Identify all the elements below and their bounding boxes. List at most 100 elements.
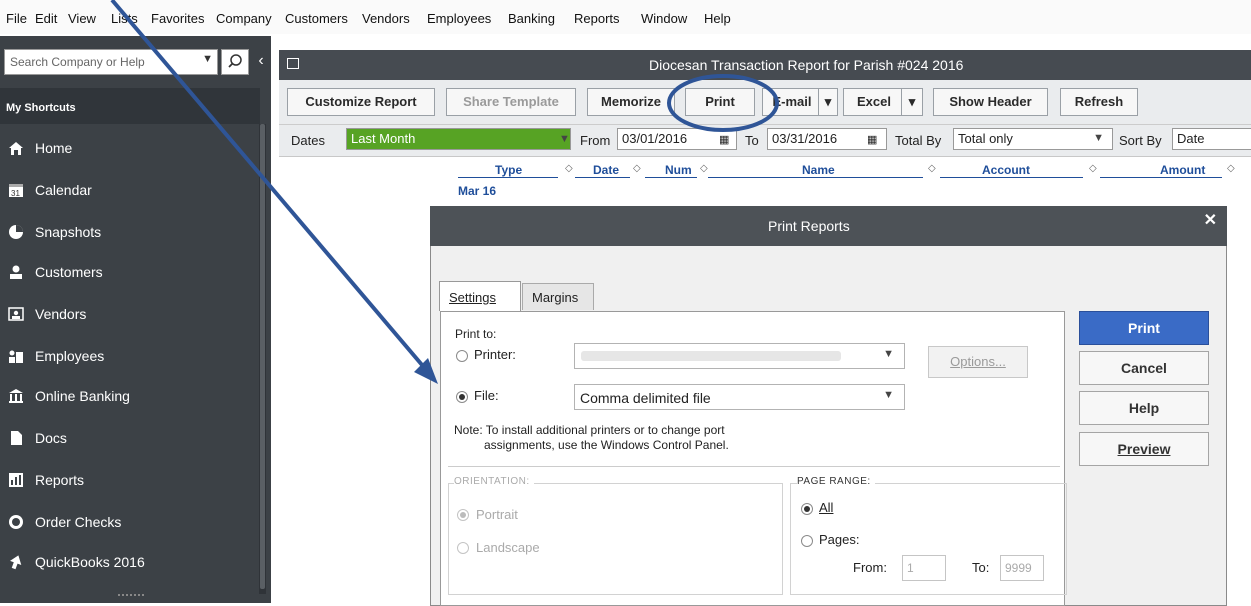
sidebar-item-online-banking[interactable]: Online Banking <box>0 376 258 416</box>
sidebar-item-docs[interactable]: Docs <box>0 418 258 458</box>
excel-button[interactable]: Excel <box>843 88 905 116</box>
sidebar-item-vendors[interactable]: Vendors <box>0 294 258 334</box>
menu-help[interactable]: Help <box>704 11 731 26</box>
dates-select[interactable]: Last Month <box>346 128 571 150</box>
sidebar-resize-grip[interactable] <box>118 594 144 602</box>
sidebar-scroll-thumb[interactable] <box>260 124 265 589</box>
sort-by-label: Sort By <box>1119 133 1162 148</box>
total-by-select[interactable]: Total only ▼ <box>953 128 1113 150</box>
column-type[interactable]: Type <box>495 163 522 177</box>
printer-select[interactable]: ▼ <box>574 343 905 369</box>
chevron-down-icon[interactable]: ▼ <box>883 389 894 401</box>
file-format-select[interactable]: Comma delimited file ▼ <box>574 384 905 410</box>
excel-dropdown-icon[interactable]: ▾ <box>901 88 923 116</box>
search-button[interactable] <box>221 49 249 75</box>
print-button[interactable]: Print <box>685 88 755 116</box>
sidebar-item-order-checks[interactable]: Order Checks <box>0 502 258 542</box>
search-input[interactable]: Search Company or Help ▼ <box>4 49 218 75</box>
menu-edit[interactable]: Edit <box>35 11 57 26</box>
refresh-button[interactable]: Refresh <box>1060 88 1138 116</box>
tab-margins[interactable]: Margins <box>522 283 594 310</box>
column-resize-icon[interactable]: ◇ <box>928 163 936 174</box>
column-account[interactable]: Account <box>982 163 1030 177</box>
column-resize-icon[interactable]: ◇ <box>1089 163 1097 174</box>
menu-company[interactable]: Company <box>216 11 272 26</box>
sidebar-item-home[interactable]: Home <box>0 128 258 168</box>
column-num[interactable]: Num <box>665 163 692 177</box>
cancel-button[interactable]: Cancel <box>1079 351 1209 385</box>
sidebar-item-quickbooks-2016[interactable]: QuickBooks 2016 <box>0 542 258 582</box>
menu-banking[interactable]: Banking <box>508 11 555 26</box>
sidebar-item-label: Employees <box>35 348 105 364</box>
report-title-bar: Diocesan Transaction Report for Parish #… <box>279 50 1251 80</box>
printer-radio[interactable] <box>456 350 468 362</box>
menu-employees[interactable]: Employees <box>427 11 491 26</box>
column-date[interactable]: Date <box>593 163 619 177</box>
total-by-value: Total only <box>958 131 1013 146</box>
sidebar-item-label: Order Checks <box>35 514 122 530</box>
column-resize-icon[interactable]: ◇ <box>1227 163 1235 174</box>
dates-dropdown-icon[interactable]: ▼ <box>559 133 570 145</box>
menu-window[interactable]: Window <box>641 11 687 26</box>
printer-name-redacted <box>581 351 841 361</box>
search-dropdown-icon[interactable]: ▼ <box>202 53 213 65</box>
note-line-2: assignments, use the Windows Control Pan… <box>484 438 729 452</box>
menu-lists[interactable]: Lists <box>111 11 138 26</box>
from-date-value: 03/01/2016 <box>622 131 688 146</box>
order-checks-icon <box>9 515 23 529</box>
from-calendar-icon[interactable]: ▦ <box>719 133 729 146</box>
group-label: Mar 16 <box>458 184 497 198</box>
home-icon <box>9 142 23 155</box>
portrait-label: Portrait <box>476 507 518 522</box>
help-button[interactable]: Help <box>1079 391 1209 425</box>
column-resize-icon[interactable]: ◇ <box>633 163 641 174</box>
menu-file[interactable]: File <box>6 11 27 26</box>
to-label: To <box>745 133 759 148</box>
memorize-button[interactable]: Memorize <box>587 88 675 116</box>
all-pages-radio[interactable] <box>801 503 813 515</box>
preview-label: Preview <box>1117 441 1171 457</box>
close-icon[interactable]: ✕ <box>1204 210 1217 230</box>
landscape-radio[interactable] <box>457 542 469 554</box>
sidebar-item-customers[interactable]: Customers <box>0 252 258 292</box>
dates-value: Last Month <box>351 131 416 146</box>
file-radio[interactable] <box>456 391 468 403</box>
from-page-input[interactable]: 1 <box>902 555 946 581</box>
total-by-dropdown-icon[interactable]: ▼ <box>1093 132 1104 144</box>
tab-settings[interactable]: Settings <box>439 281 521 311</box>
sidebar-item-calendar[interactable]: 31 Calendar <box>0 170 258 210</box>
pages-radio[interactable] <box>801 535 813 547</box>
column-resize-icon[interactable]: ◇ <box>700 163 708 174</box>
sidebar-item-label: Calendar <box>35 182 92 198</box>
column-amount[interactable]: Amount <box>1160 163 1205 177</box>
search-icon <box>228 54 242 68</box>
to-page-input[interactable]: 9999 <box>1000 555 1044 581</box>
options-button[interactable]: Options... <box>928 346 1028 378</box>
portrait-radio[interactable] <box>457 509 469 521</box>
show-header-button[interactable]: Show Header <box>933 88 1048 116</box>
menu-view[interactable]: View <box>68 11 96 26</box>
sidebar-item-label: QuickBooks 2016 <box>35 554 145 570</box>
menu-reports[interactable]: Reports <box>574 11 620 26</box>
sidebar-item-employees[interactable]: Employees <box>0 336 258 376</box>
sort-by-select[interactable]: Date <box>1172 128 1251 150</box>
chevron-down-icon[interactable]: ▼ <box>883 348 894 360</box>
report-title: Diocesan Transaction Report for Parish #… <box>649 57 964 73</box>
share-template-button[interactable]: Share Template <box>446 88 576 116</box>
email-dropdown-icon[interactable]: ▾ <box>818 88 838 116</box>
column-name[interactable]: Name <box>802 163 835 177</box>
dialog-print-button[interactable]: Print <box>1079 311 1209 345</box>
to-calendar-icon[interactable]: ▦ <box>867 133 877 146</box>
sidebar-item-reports[interactable]: Reports <box>0 460 258 500</box>
collapse-sidebar-icon[interactable]: ‹ <box>252 49 270 75</box>
dialog-title-bar: Print Reports ✕ <box>430 206 1227 246</box>
customize-report-button[interactable]: Customize Report <box>287 88 435 116</box>
menu-vendors[interactable]: Vendors <box>362 11 410 26</box>
sidebar-item-snapshots[interactable]: Snapshots <box>0 212 258 252</box>
column-resize-icon[interactable]: ◇ <box>565 163 573 174</box>
menu-favorites[interactable]: Favorites <box>151 11 204 26</box>
window-menu-icon[interactable] <box>287 58 299 69</box>
menu-customers[interactable]: Customers <box>285 11 348 26</box>
email-button[interactable]: E-mail <box>762 88 822 116</box>
preview-button[interactable]: Preview <box>1079 432 1209 466</box>
